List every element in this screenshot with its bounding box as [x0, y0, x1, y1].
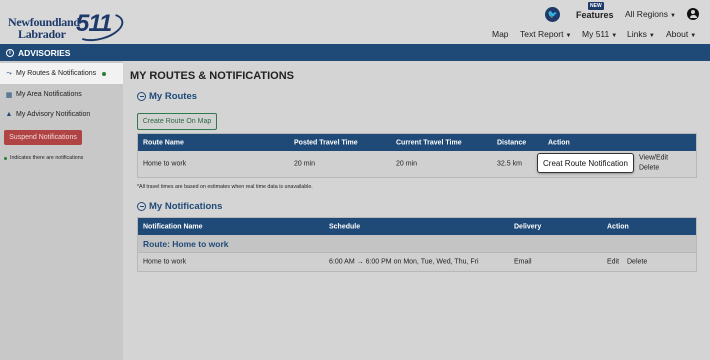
current-travel-time: 20 min — [396, 160, 418, 168]
chevron-down-icon: ▼ — [611, 33, 618, 39]
nav-map[interactable]: Map — [492, 29, 509, 41]
route-group-label: Route: Home to work — [143, 238, 229, 249]
create-route-button[interactable]: Create Route On Map — [137, 113, 217, 130]
notification-dot — [4, 156, 7, 160]
sidebar-item-my-routes[interactable]: ⤳ My Routes & Notifications — [0, 63, 123, 84]
new-badge: NEW — [588, 2, 604, 10]
section-heading-label: My Notifications — [149, 201, 223, 212]
column-header: Distance — [497, 139, 527, 146]
advisories-bar[interactable]: i ADVISORIES — [0, 44, 710, 61]
posted-travel-time: 20 min — [294, 160, 316, 168]
suspend-notifications-button[interactable]: Suspend Notifications — [4, 130, 82, 145]
nl511-logo[interactable]: Newfoundland Labrador 511 — [6, 7, 127, 47]
view-edit-link[interactable]: View/Edit — [639, 155, 668, 162]
legend-label: Indicates there are notifications — [10, 155, 84, 161]
travel-time-note: *All travel times are based on estimates… — [137, 184, 313, 190]
features-label: Features — [576, 10, 614, 20]
sidebar-item-area-notifications[interactable]: ▦ My Area Notifications — [0, 84, 123, 105]
delete-link[interactable]: Delete — [639, 165, 659, 172]
notifications-legend: Indicates there are notifications — [4, 155, 83, 161]
notification-dot — [102, 71, 107, 76]
logo-line2: Labrador — [18, 27, 66, 41]
column-header: Action — [548, 139, 570, 146]
nav-text-report-label: Text Report — [520, 29, 564, 39]
chevron-down-icon: ▼ — [565, 33, 572, 39]
notification-name: Home to work — [143, 258, 187, 266]
table-header: Route Name Posted Travel Time Current Tr… — [138, 134, 696, 151]
my-routes-heading[interactable]: My Routes — [137, 91, 197, 102]
user-icon[interactable] — [687, 8, 699, 20]
nav-links[interactable]: Links ▼ — [627, 29, 655, 41]
table-row: Home to work 6:00 AM → 6:00 PM on Mon, T… — [138, 253, 696, 271]
column-header: Route Name — [143, 139, 184, 146]
route-group-row: Route: Home to work — [138, 235, 696, 253]
delivery: Email — [514, 258, 532, 266]
column-header: Action — [607, 223, 629, 230]
route-icon: ⤳ — [6, 69, 12, 77]
delete-link[interactable]: Delete — [627, 259, 647, 266]
warning-icon: ▲ — [5, 111, 13, 118]
sidebar: ⤳ My Routes & Notifications ▦ My Area No… — [0, 61, 123, 360]
page-title: MY ROUTES & NOTIFICATIONS — [130, 70, 294, 82]
create-route-notification-tooltip[interactable]: Creat Route Notification — [537, 153, 634, 173]
route-name: Home to work — [143, 160, 187, 168]
notifications-table: Notification Name Schedule Delivery Acti… — [137, 217, 697, 272]
regions-label: All Regions — [625, 9, 668, 19]
schedule: 6:00 AM → 6:00 PM on Mon, Tue, Wed, Thu,… — [329, 258, 479, 266]
sidebar-item-label: My Advisory Notification — [16, 111, 91, 118]
twitter-icon[interactable]: 🐦 — [545, 7, 560, 22]
my-notifications-heading[interactable]: My Notifications — [137, 201, 222, 212]
column-header: Posted Travel Time — [294, 139, 358, 146]
nav-links-label: Links — [627, 29, 647, 39]
table-header: Notification Name Schedule Delivery Acti… — [138, 218, 696, 235]
advisories-label: ADVISORIES — [18, 47, 71, 58]
nav-my511[interactable]: My 511 ▼ — [582, 29, 617, 41]
info-icon: i — [6, 48, 14, 57]
nav-map-label: Map — [492, 29, 509, 39]
header: Newfoundland Labrador 511 🐦 NEW Features… — [0, 0, 710, 47]
section-heading-label: My Routes — [149, 91, 198, 102]
nav-my511-label: My 511 — [582, 29, 610, 39]
sidebar-item-label: My Area Notifications — [16, 91, 82, 98]
sidebar-item-label: My Routes & Notifications — [16, 70, 97, 77]
column-header: Notification Name — [143, 223, 203, 230]
logo-511: 511 — [76, 10, 112, 37]
map-icon: ▦ — [5, 91, 13, 99]
column-header: Current Travel Time — [396, 139, 462, 146]
nav-about[interactable]: About ▼ — [666, 29, 696, 41]
chevron-down-icon: ▼ — [690, 33, 697, 39]
regions-dropdown[interactable]: All Regions ▼ — [625, 9, 676, 19]
collapse-icon — [137, 202, 146, 211]
column-header: Schedule — [329, 223, 361, 230]
nav-text-report[interactable]: Text Report ▼ — [520, 29, 571, 41]
edit-link[interactable]: Edit — [607, 259, 619, 266]
collapse-icon — [137, 92, 146, 101]
distance: 32.5 km — [497, 160, 522, 168]
sidebar-item-advisory-notification[interactable]: ▲ My Advisory Notification — [0, 104, 123, 125]
chevron-down-icon: ▼ — [670, 13, 676, 19]
nav-about-label: About — [666, 29, 689, 39]
logo-text: Newfoundland Labrador — [8, 16, 80, 40]
column-header: Delivery — [514, 223, 542, 230]
chevron-down-icon: ▼ — [648, 33, 655, 39]
